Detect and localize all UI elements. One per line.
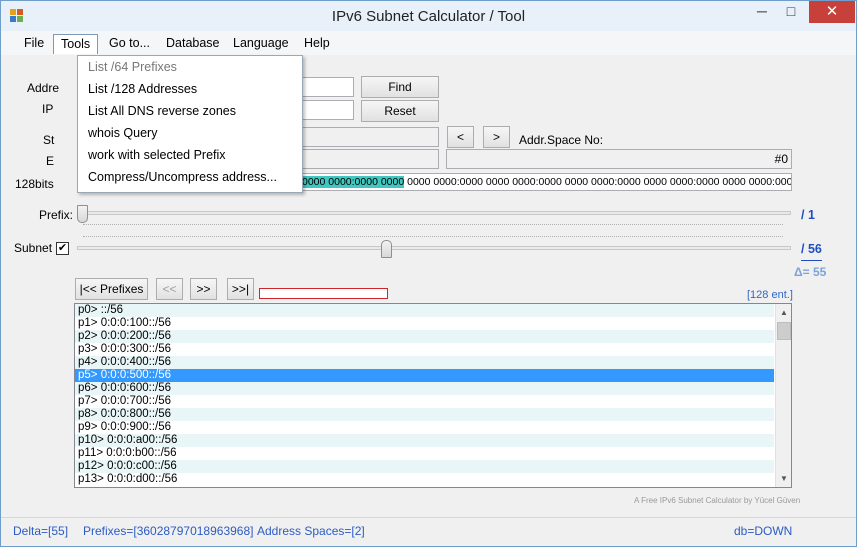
list-item[interactable]: p8> 0:0:0:800::/56: [75, 408, 774, 421]
subnet-label: Subnet: [14, 241, 53, 255]
menu-item-list-64-prefixes: List /64 Prefixes: [88, 60, 177, 74]
bits-rest: 0000 0000:0000 0000 0000:0000 0000 0000:…: [407, 176, 792, 188]
menu-tools[interactable]: Tools: [53, 34, 99, 54]
progress-box: [259, 288, 388, 299]
menu-item-dns-reverse-zones[interactable]: List All DNS reverse zones: [78, 100, 302, 122]
list-item[interactable]: p12> 0:0:0:c00::/56: [75, 460, 774, 473]
close-button[interactable]: ✕: [809, 1, 855, 23]
menu-item-work-with-prefix[interactable]: work with selected Prefix: [78, 144, 302, 166]
find-button[interactable]: Find: [361, 76, 439, 98]
prefix-slider-ticks: [83, 224, 783, 227]
menu-bar: File Tools Go to... Database Language He…: [1, 31, 856, 55]
status-delta: Delta=[55]: [13, 524, 69, 538]
list-item[interactable]: p2> 0:0:0:200::/56: [75, 330, 774, 343]
end-address-field: [291, 149, 439, 169]
list-item[interactable]: p3> 0:0:0:300::/56: [75, 343, 774, 356]
start-address-field: [291, 127, 439, 147]
subnet-value: / 56: [801, 242, 822, 261]
last-page-button[interactable]: >>|: [227, 278, 254, 300]
entry-count: [128 ent.]: [747, 289, 793, 301]
scroll-up-icon[interactable]: ▲: [776, 304, 791, 321]
title-bar: IPv6 Subnet Calculator / Tool ─ □ ✕: [1, 1, 856, 31]
list-item[interactable]: p5> 0:0:0:500::/56: [75, 369, 774, 382]
addr-space-number: #0: [774, 152, 788, 166]
menu-goto[interactable]: Go to...: [102, 34, 157, 54]
list-item[interactable]: p11> 0:0:0:b00::/56: [75, 447, 774, 460]
list-item[interactable]: p0> ::/56: [75, 304, 774, 317]
list-scrollbar[interactable]: ▲ ▼: [775, 304, 791, 487]
list-item[interactable]: p6> 0:0:0:600::/56: [75, 382, 774, 395]
app-window: IPv6 Subnet Calculator / Tool ─ □ ✕ File…: [0, 0, 857, 547]
list-item[interactable]: p9> 0:0:0:900::/56: [75, 421, 774, 434]
list-item[interactable]: p13> 0:0:0:d00::/56: [75, 473, 774, 486]
window-title: IPv6 Subnet Calculator / Tool: [331, 8, 526, 25]
status-prefixes: Prefixes=[36028797018963968]: [83, 524, 254, 538]
list-item[interactable]: p10> 0:0:0:a00::/56: [75, 434, 774, 447]
addr-space-label: Addr.Space No:: [519, 133, 604, 147]
ip-label: IP: [42, 102, 54, 116]
scroll-down-icon[interactable]: ▼: [776, 470, 791, 487]
menu-language[interactable]: Language: [226, 34, 296, 54]
menu-file[interactable]: File: [17, 34, 51, 54]
minimize-button[interactable]: ─: [748, 1, 776, 23]
subnet-slider-thumb[interactable]: [381, 240, 392, 258]
prefix-slider-track[interactable]: [77, 211, 791, 215]
address-label: Addre: [27, 81, 60, 95]
tools-dropdown: List /64 Prefixes List /128 Addresses Li…: [77, 55, 303, 193]
checkmark-icon: ✔: [57, 242, 68, 254]
menu-help[interactable]: Help: [297, 34, 337, 54]
bits-label: 128bits: [15, 177, 54, 191]
end-label: E: [46, 154, 55, 168]
prev-page-button: <<: [156, 278, 183, 300]
prefix-label: Prefix:: [39, 208, 74, 222]
list-item[interactable]: p4> 0:0:0:400::/56: [75, 356, 774, 369]
addr-space-value: #0: [446, 149, 792, 169]
prev-space-button[interactable]: <: [447, 126, 474, 148]
menu-item-whois-query[interactable]: whois Query: [78, 122, 302, 144]
status-address-spaces: Address Spaces=[2]: [257, 524, 365, 538]
prefix-list[interactable]: p0> ::/56 p1> 0:0:0:100::/56 p2> 0:0:0:200…: [74, 303, 792, 488]
status-db: db=DOWN: [734, 524, 793, 538]
delta-value: Δ= 55: [794, 265, 827, 279]
maximize-button[interactable]: □: [777, 1, 805, 23]
next-space-button[interactable]: >: [483, 126, 510, 148]
reset-button[interactable]: Reset: [361, 100, 439, 122]
menu-database[interactable]: Database: [159, 34, 227, 54]
next-page-button[interactable]: >>: [190, 278, 217, 300]
menu-item-list-128-addresses[interactable]: List /128 Addresses: [78, 78, 302, 100]
status-bar: Delta=[55] Prefixes=[36028797018963968] …: [1, 517, 856, 546]
list-item[interactable]: p1> 0:0:0:100::/56: [75, 317, 774, 330]
credit-text: A Free IPv6 Subnet Calculator by Yücel G…: [634, 496, 801, 505]
prefix-list-rows: p0> ::/56 p1> 0:0:0:100::/56 p2> 0:0:0:200…: [75, 304, 791, 486]
start-label: St: [43, 133, 55, 147]
subnet-slider-ticks-top: [83, 236, 783, 239]
prefix-value: / 1: [801, 208, 815, 222]
first-prefixes-button[interactable]: |<< Prefixes: [75, 278, 148, 300]
prefix-slider-thumb[interactable]: [77, 205, 88, 223]
subnet-checkbox[interactable]: ✔: [56, 242, 69, 255]
scroll-thumb[interactable]: [777, 322, 791, 340]
list-item[interactable]: p7> 0:0:0:700::/56: [75, 395, 774, 408]
subnet-slider-track[interactable]: [77, 246, 791, 250]
menu-item-compress-address[interactable]: Compress/Uncompress address...: [78, 166, 302, 188]
